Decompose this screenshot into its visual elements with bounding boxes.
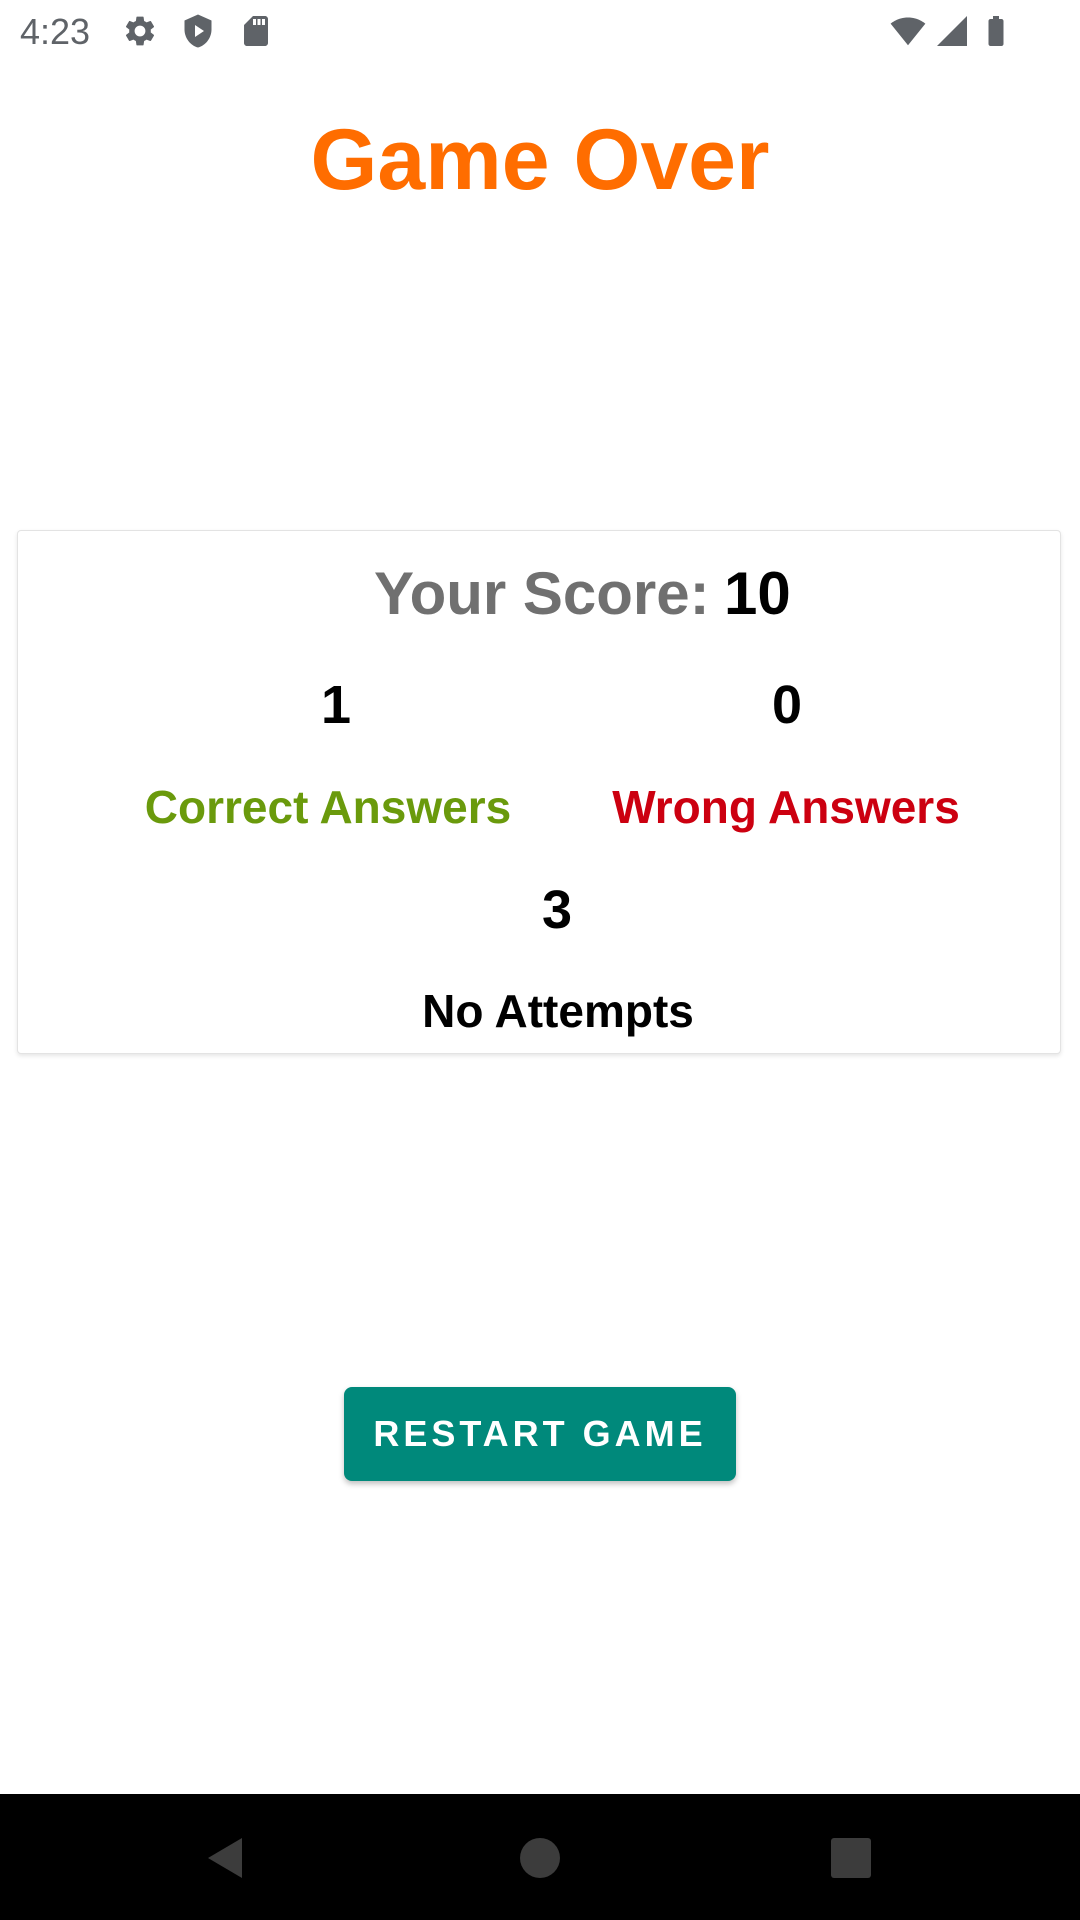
no-attempts-label: No Attempts [422, 985, 694, 1037]
status-time: 4:23 [20, 11, 91, 52]
restart-game-button[interactable]: RESTART GAME [344, 1387, 736, 1481]
sd-card-icon [238, 13, 274, 49]
wrong-answers-count: 0 [771, 675, 803, 735]
battery-icon [978, 13, 1014, 49]
no-attempts-count: 3 [541, 880, 573, 940]
score-value: 10 [724, 560, 791, 627]
shield-play-icon [180, 13, 216, 49]
recents-icon[interactable] [823, 1830, 879, 1886]
home-icon[interactable] [512, 1830, 568, 1886]
correct-answers-label: Correct Answers [144, 781, 512, 833]
page-title: Game Over [310, 112, 770, 208]
correct-answers-count: 1 [320, 675, 352, 735]
navigation-bar [0, 1794, 1080, 1920]
back-icon[interactable] [198, 1830, 254, 1886]
score-card: Your Score: 10 1 0 Correct Answers Wrong… [17, 530, 1061, 1054]
score-label: Your Score: [374, 560, 710, 627]
signal-icon [934, 13, 970, 49]
wrong-answers-label: Wrong Answers [612, 781, 960, 833]
gear-icon [122, 13, 158, 49]
status-bar: 4:23 [0, 0, 1080, 64]
wifi-icon [890, 13, 926, 49]
